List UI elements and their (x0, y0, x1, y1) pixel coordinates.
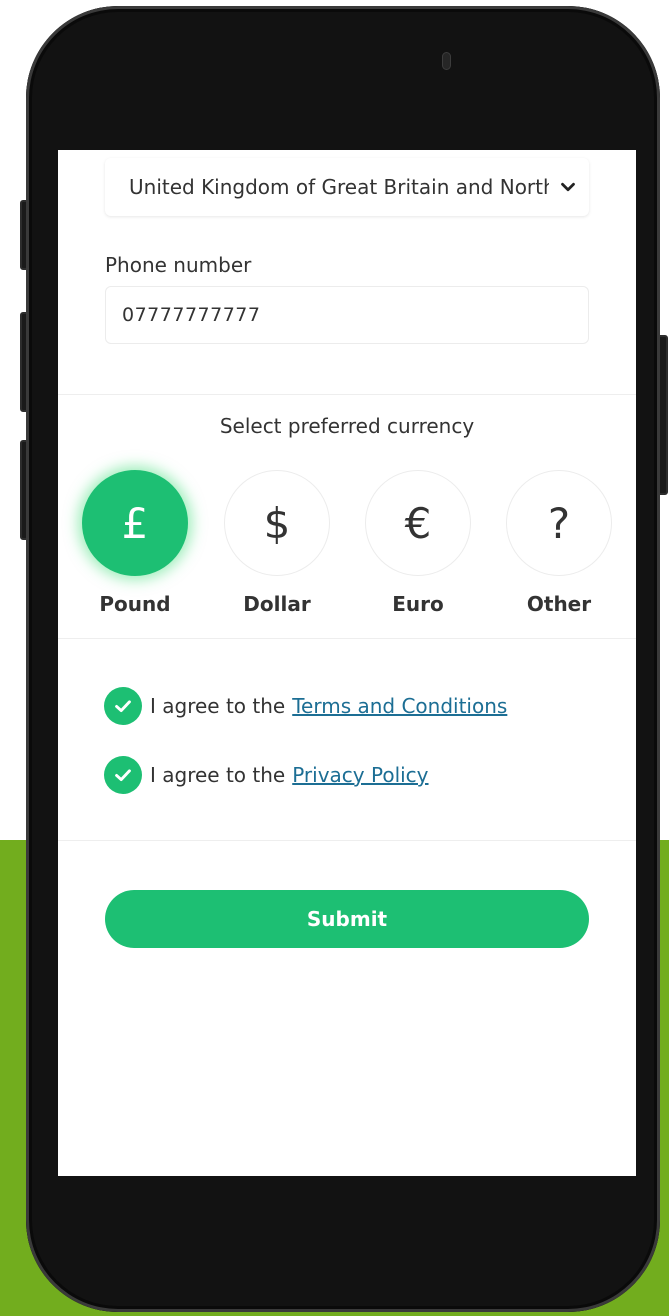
camera-icon (442, 52, 451, 70)
terms-agreement-text: I agree to the (150, 694, 286, 718)
chevron-down-icon (561, 182, 575, 192)
currency-label: Dollar (243, 592, 311, 616)
phone-screen: United Kingdom of Great Britain and Nort… (58, 150, 636, 1176)
country-select-value: United Kingdom of Great Britain and Nort… (129, 175, 549, 199)
currency-label: Pound (99, 592, 171, 616)
terms-agreement-row: I agree to the Terms and Conditions (104, 686, 507, 726)
privacy-agreement-row: I agree to the Privacy Policy (104, 755, 429, 795)
divider (58, 394, 636, 395)
privacy-checkbox[interactable] (104, 756, 142, 794)
divider (58, 840, 636, 841)
currency-option-pound[interactable]: £ Pound (80, 470, 190, 630)
terms-and-conditions-link[interactable]: Terms and Conditions (292, 694, 507, 718)
checkmark-icon (115, 700, 131, 713)
checkmark-icon (115, 769, 131, 782)
privacy-policy-link[interactable]: Privacy Policy (292, 763, 428, 787)
dollar-icon: $ (224, 470, 330, 576)
question-icon: ? (506, 470, 612, 576)
pound-icon: £ (82, 470, 188, 576)
terms-checkbox[interactable] (104, 687, 142, 725)
phone-number-label: Phone number (105, 253, 252, 277)
currency-label: Other (526, 592, 592, 616)
currency-section-title: Select preferred currency (219, 414, 475, 438)
currency-label: Euro (392, 592, 444, 616)
currency-option-euro[interactable]: € Euro (363, 470, 473, 630)
currency-option-dollar[interactable]: $ Dollar (222, 470, 332, 630)
euro-icon: € (365, 470, 471, 576)
divider (58, 638, 636, 639)
submit-button[interactable]: Submit (105, 890, 589, 948)
privacy-agreement-text: I agree to the (150, 763, 286, 787)
phone-number-input[interactable]: 07777777777 (105, 286, 589, 344)
currency-option-other[interactable]: ? Other (504, 470, 614, 630)
country-select[interactable]: United Kingdom of Great Britain and Nort… (105, 158, 589, 216)
